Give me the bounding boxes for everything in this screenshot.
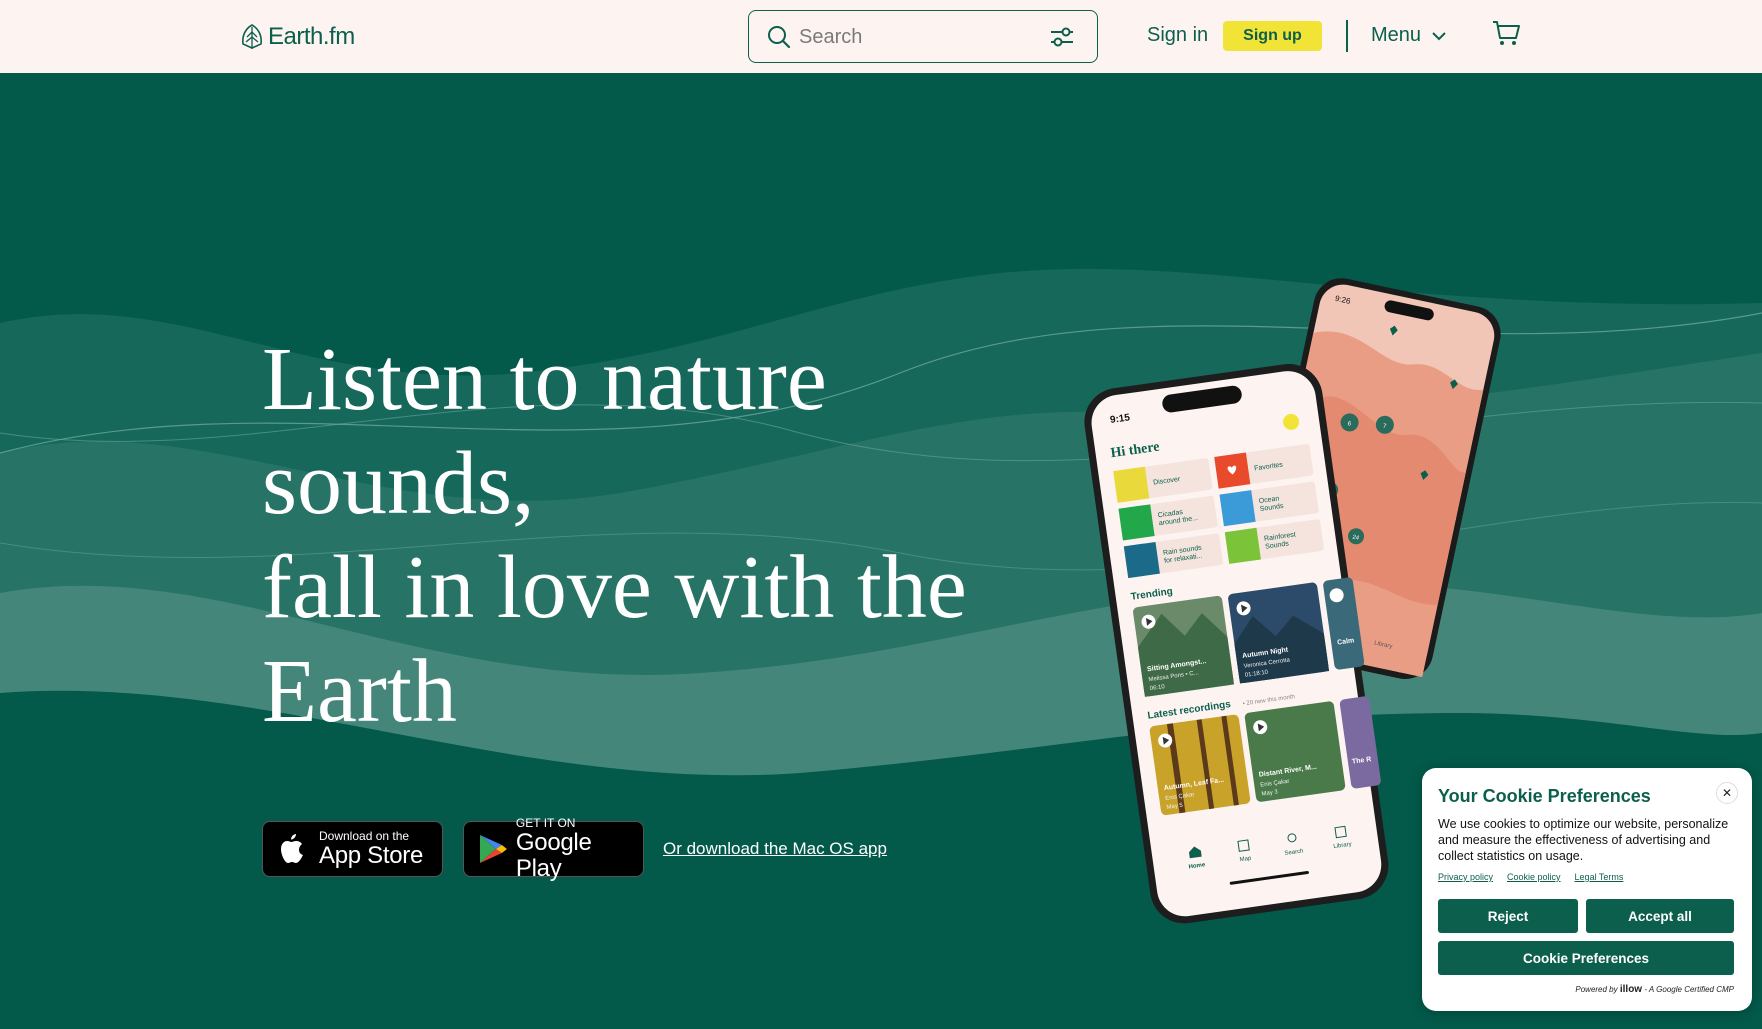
hero-headline: Listen to nature sounds, fall in love wi… [262,328,1062,744]
search-icon [768,26,791,49]
legal-terms-link[interactable]: Legal Terms [1575,872,1624,882]
menu-label: Menu [1371,24,1422,46]
search-input[interactable] [799,22,1039,52]
google-play-small-text: GET IT ON [515,815,576,830]
powered-prefix: Powered by [1575,985,1618,994]
google-play-big-text: Google Play [515,828,592,882]
close-icon[interactable]: ✕ [1716,782,1738,804]
menu-button[interactable]: Menu [1371,24,1447,47]
hero-section: Listen to nature sounds, fall in love wi… [0,73,1762,1029]
privacy-policy-link[interactable]: Privacy policy [1438,872,1493,882]
apple-icon [281,834,303,863]
app-store-big-text: App Store [319,841,424,869]
cart-icon[interactable] [1491,18,1521,48]
cookie-title: Your Cookie Preferences [1438,786,1651,806]
sign-up-button[interactable]: Sign up [1223,21,1322,51]
headline-line: Earth [262,642,457,741]
google-play-button[interactable]: GET IT ON Google Play [463,816,644,881]
leaf-logo-icon [242,24,262,49]
powered-suffix: - A Google Certified CMP [1644,985,1734,994]
powered-by: Powered by illow - A Google Certified CM… [1575,984,1734,995]
logo[interactable]: Earth.fm [240,22,355,52]
macos-download-link[interactable]: Or download the Mac OS app [663,839,887,859]
illow-brand[interactable]: illow [1620,984,1642,995]
logo-text: Earth.fm [268,23,355,50]
headline-line: fall in love with the [262,538,967,637]
filter-icon[interactable] [1049,25,1075,49]
sign-in-link[interactable]: Sign in [1147,24,1208,47]
cookie-body: We use cookies to optimize our website, … [1438,817,1729,863]
app-store-button[interactable]: Download on the App Store [262,821,443,877]
google-play-icon [479,835,507,863]
cookie-policy-link[interactable]: Cookie policy [1507,872,1561,882]
header-divider [1346,20,1348,52]
site-header: Earth.fm Sign in Sign up Menu [0,0,1762,73]
search-box[interactable] [748,10,1098,63]
cookie-links: Privacy policy Cookie policy Legal Terms [1438,872,1623,882]
accept-all-button[interactable]: Accept all [1586,899,1734,933]
headline-line: Listen to nature [262,330,827,429]
headline-line: sounds, [262,434,535,533]
cookie-banner: Your Cookie Preferences ✕ We use cookies… [1422,768,1752,1011]
app-store-small-text: Download on the [319,828,410,843]
cookie-preferences-button[interactable]: Cookie Preferences [1438,941,1734,975]
chevron-down-icon [1432,31,1446,40]
reject-button[interactable]: Reject [1438,899,1578,933]
